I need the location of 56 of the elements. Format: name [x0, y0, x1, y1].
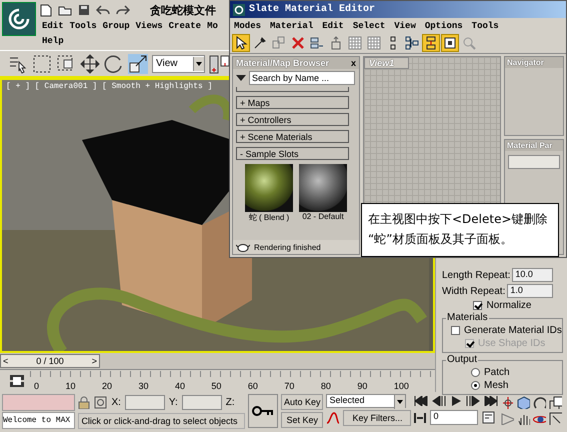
panel-title: Material/Map Browser [236, 58, 330, 68]
previous-frame-button[interactable]: < [3, 356, 8, 366]
menu-item[interactable]: Group [102, 20, 130, 30]
radio-label: Patch [484, 367, 510, 378]
checkbox-label: Use Shape IDs [478, 338, 546, 349]
checkbox-label: Normalize [486, 300, 532, 311]
auto-key-button[interactable]: Auto Key [280, 394, 324, 410]
menu-item[interactable]: View [394, 20, 416, 30]
view-dropdown[interactable]: View [152, 54, 205, 72]
rollout-header[interactable]: - Sample Slots [236, 147, 349, 160]
panel-title: Navigator [505, 57, 563, 68]
rollout-header[interactable]: + Scene Materials [236, 130, 349, 143]
menu-item[interactable]: Options [424, 20, 463, 30]
instruction-callout-tooltip: 在主视图中按下<Delete>键删除 “蛇”材质面板及其子面板。 [361, 203, 559, 257]
field-label: Length Repeat: [442, 270, 510, 280]
search-field[interactable]: Search by Name ... [249, 71, 355, 85]
current-frame-field[interactable]: 0 [430, 410, 478, 425]
render-status: Rendering finished [254, 242, 321, 252]
checkbox-label: Generate Material IDs [464, 325, 562, 336]
set-key-button[interactable]: Set Key [280, 412, 324, 428]
rollout-header[interactable]: + Maps [236, 96, 349, 109]
panel-title: Material Par [505, 140, 563, 151]
menu-item[interactable]: Edit [42, 20, 64, 30]
field-label: Width Repeat: [442, 286, 506, 296]
menu-item[interactable]: Create [168, 20, 202, 30]
menu-item[interactable]: Tools [70, 20, 97, 30]
time-slider[interactable]: < 0 / 100 > [0, 353, 435, 370]
slot-label: 02 - Default [302, 212, 344, 221]
viewport-label[interactable]: [ + ] [ Camera001 ] [ Smooth + Highlights ] [6, 82, 212, 91]
next-frame-button[interactable]: > [92, 356, 97, 366]
menu-item[interactable]: Material [270, 20, 314, 30]
group-title: Materials [446, 312, 489, 323]
y-label: Y: [168, 396, 178, 408]
z-label: Z: [226, 396, 235, 408]
x-label: X: [111, 396, 121, 408]
menu-item[interactable]: Modes [234, 20, 262, 30]
menu-item[interactable]: Views [136, 20, 163, 30]
key-filters-button[interactable]: Key Filters... [343, 410, 412, 426]
radio-label: Mesh [484, 380, 508, 391]
time-slider-thumb[interactable]: < 0 / 100 > [0, 354, 100, 368]
key-mode-dropdown[interactable]: Selected [326, 394, 406, 408]
welcome-field[interactable]: Welcome to MAX [2, 412, 76, 429]
group-title: Output [446, 354, 478, 365]
frame-position: 0 / 100 [36, 356, 64, 366]
length-repeat-field[interactable]: 10.0 [512, 268, 553, 282]
close-button[interactable]: x [350, 58, 356, 68]
slot-label: 蛇 ( Blend ) [248, 212, 290, 223]
width-repeat-field[interactable]: 1.0 [507, 284, 553, 298]
menu-item[interactable]: Tools [472, 20, 499, 30]
menu-item[interactable]: Select [352, 20, 386, 30]
window-title: Slate Material Editor [249, 4, 376, 15]
menu-item[interactable]: Help [42, 36, 64, 46]
window-title: 贪吃蛇模文件 [150, 4, 216, 18]
rollout-header[interactable]: + Controllers [236, 113, 349, 126]
menu-item[interactable]: Edit [322, 20, 344, 30]
menu-item[interactable]: Mo [207, 20, 218, 30]
